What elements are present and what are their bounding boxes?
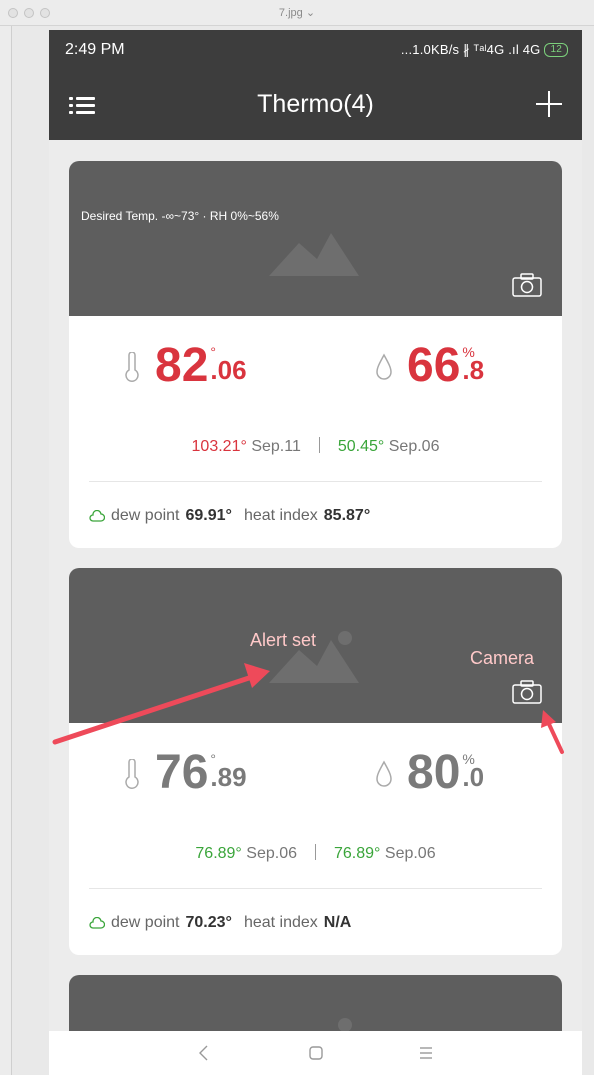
annotation-alert-label: Alert set: [250, 630, 317, 650]
card-divider: [89, 481, 542, 482]
battery-icon: 12: [544, 43, 568, 57]
dew-point-value: 70.23°: [185, 914, 232, 931]
high-value: 103.21°: [191, 438, 247, 455]
min-max-row: 76.89° Sep.06 76.89° Sep.06: [69, 844, 562, 863]
thermometer-icon: [125, 352, 139, 382]
desired-range-text: Desired Temp. -∞~73° · RH 0%~56%: [81, 209, 279, 223]
readings-row: 82 ° .06 66 % .8: [69, 336, 562, 416]
temperature-reading: 82 ° .06: [123, 336, 247, 416]
status-indicators: ...1.0KB/s ∦ ᵀᵃˡ4G .ıl 4G 12: [401, 42, 568, 58]
window-titlebar: 7.jpg ⌄: [0, 0, 594, 26]
back-icon[interactable]: [189, 1041, 219, 1065]
camera-icon[interactable]: [512, 273, 542, 297]
status-time: 2:49 PM: [65, 41, 125, 58]
page-title: Thermo(4): [257, 90, 374, 118]
temperature-value: 76: [155, 746, 209, 799]
high-value: 76.89°: [195, 845, 242, 862]
card-header[interactable]: Desired Temp. -∞~73° · RH 0%~56%: [69, 161, 562, 316]
dew-heat-row: dew point 69.91° heat index 85.87°: [89, 507, 370, 525]
recents-icon[interactable]: [411, 1041, 441, 1065]
window-left-margin: [0, 26, 12, 1075]
phone-screen: 2:49 PM ...1.0KB/s ∦ ᵀᵃˡ4G .ıl 4G 12 The…: [49, 30, 582, 1075]
readings-row: 76 ° .89 80 % .0: [69, 743, 562, 823]
dew-point-label: dew point: [111, 914, 180, 931]
heat-index-label: heat index: [243, 507, 318, 524]
dew-heat-row: dew point 70.23° heat index N/A: [89, 914, 351, 932]
humidity-reading: 80 % .0: [375, 743, 484, 823]
thermometer-icon: [125, 759, 139, 789]
low-date: Sep.06: [388, 438, 440, 455]
network-status: ...1.0KB/s ∦ ᵀᵃˡ4G .ıl 4G: [400, 42, 541, 57]
low-date: Sep.06: [384, 845, 436, 862]
humidity-decimal: .0: [462, 762, 485, 792]
status-bar: 2:49 PM ...1.0KB/s ∦ ᵀᵃˡ4G .ıl 4G 12: [49, 30, 582, 70]
temperature-value: 82: [155, 339, 209, 392]
water-drop-icon: [376, 353, 392, 380]
heat-index-value: 85.87°: [323, 507, 371, 524]
cloud-icon: [89, 917, 105, 929]
system-nav-bar: [49, 1031, 582, 1075]
temperature-decimal: .89: [210, 762, 247, 792]
dew-point-value: 69.91°: [185, 507, 232, 524]
card-divider: [89, 888, 542, 889]
app-navbar: Thermo(4): [49, 70, 582, 140]
humidity-reading: 66 % .8: [375, 336, 484, 416]
high-date: Sep.11: [251, 438, 301, 455]
heat-index-value: N/A: [323, 914, 352, 931]
camera-icon[interactable]: [512, 680, 542, 704]
thermo-card[interactable]: Desired Temp. -∞~73° · RH 0%~56% 82 ° .0…: [69, 161, 562, 548]
temperature-decimal: .06: [210, 355, 247, 385]
plus-icon[interactable]: [536, 91, 562, 117]
thermo-card[interactable]: 76 ° .89 80 % .0 76.89° Sep.06 76.89° Sep…: [69, 568, 562, 955]
home-icon[interactable]: [301, 1041, 331, 1065]
cloud-icon: [89, 510, 105, 522]
humidity-value: 66: [407, 339, 461, 392]
window-title: 7.jpg ⌄: [278, 7, 316, 19]
low-value: 76.89°: [334, 845, 381, 862]
image-placeholder-icon: [269, 233, 359, 276]
low-value: 50.45°: [337, 438, 385, 455]
humidity-decimal: .8: [462, 355, 485, 385]
dew-point-label: dew point: [111, 507, 180, 524]
min-max-row: 103.21° Sep.11 50.45° Sep.06: [69, 437, 562, 456]
humidity-value: 80: [407, 746, 461, 799]
heat-index-label: heat index: [243, 914, 318, 931]
temperature-reading: 76 ° .89: [123, 743, 247, 823]
annotation-camera-label: Camera: [470, 648, 535, 668]
high-date: Sep.06: [246, 845, 297, 862]
water-drop-icon: [376, 760, 392, 787]
